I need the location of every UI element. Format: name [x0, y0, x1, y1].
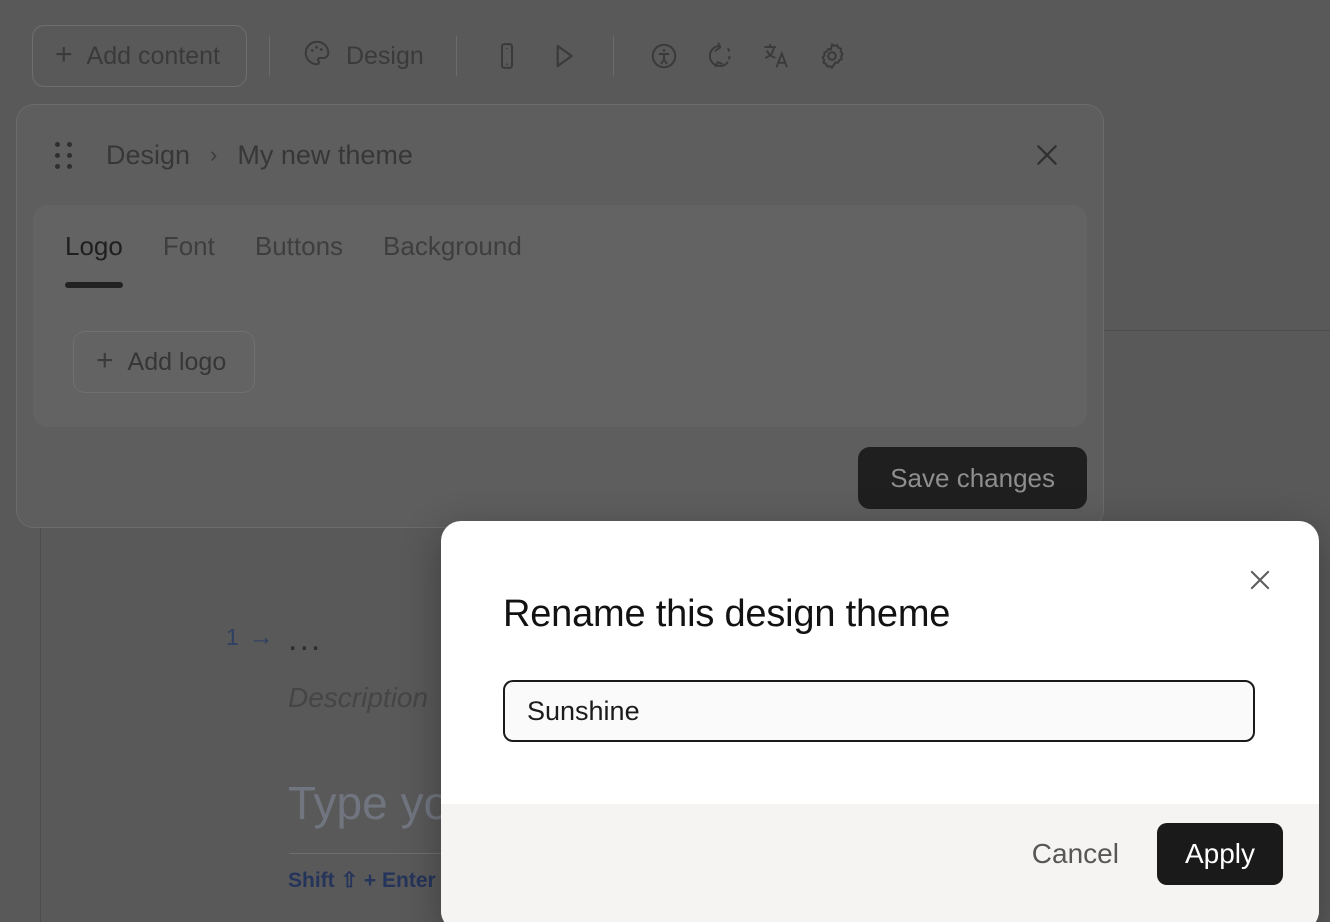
- design-panel: Design › My new theme Logo Font Buttons …: [16, 104, 1104, 528]
- answer-input-placeholder[interactable]: Type yo: [288, 776, 449, 830]
- tab-background[interactable]: Background: [383, 231, 522, 274]
- gear-icon[interactable]: [804, 28, 860, 84]
- tab-buttons[interactable]: Buttons: [255, 231, 343, 274]
- toolbar-divider-1: [268, 36, 270, 76]
- question-title[interactable]: ...: [288, 620, 322, 659]
- rename-theme-dialog: Rename this design theme Cancel Apply: [441, 521, 1319, 922]
- design-panel-card: Logo Font Buttons Background + Add logo: [33, 205, 1087, 427]
- breadcrumb: Design › My new theme: [106, 140, 413, 171]
- play-icon[interactable]: [535, 28, 591, 84]
- save-changes-button[interactable]: Save changes: [858, 447, 1087, 509]
- plus-icon: +: [55, 38, 73, 71]
- arrow-right-icon: →: [248, 623, 274, 651]
- accessibility-icon[interactable]: [636, 28, 692, 84]
- question-description-placeholder[interactable]: Description: [288, 682, 428, 714]
- submit-hint: Shift ⇧ + Enter: [288, 869, 436, 892]
- mobile-preview-icon[interactable]: [479, 28, 535, 84]
- add-content-label: Add content: [86, 41, 220, 70]
- dialog-footer: Cancel Apply: [441, 804, 1319, 922]
- translate-icon[interactable]: [748, 28, 804, 84]
- breadcrumb-root[interactable]: Design: [106, 140, 190, 171]
- add-logo-button[interactable]: + Add logo: [73, 331, 256, 393]
- question-number: 1: [226, 624, 239, 650]
- breadcrumb-current[interactable]: My new theme: [237, 140, 413, 171]
- close-icon[interactable]: [1237, 557, 1283, 603]
- design-panel-header: Design › My new theme: [17, 105, 1103, 205]
- tab-logo[interactable]: Logo: [65, 231, 123, 288]
- cancel-button[interactable]: Cancel: [1008, 824, 1143, 884]
- document-divider-horizontal: [1104, 330, 1330, 331]
- dialog-body: Rename this design theme: [441, 521, 1319, 804]
- top-toolbar: + Add content Design: [0, 0, 1330, 112]
- add-logo-label: Add logo: [127, 347, 227, 376]
- plus-icon: +: [96, 344, 114, 377]
- design-button[interactable]: Design: [292, 30, 434, 83]
- add-content-button[interactable]: + Add content: [32, 25, 247, 87]
- apply-button[interactable]: Apply: [1156, 822, 1283, 885]
- theme-name-input[interactable]: [503, 680, 1255, 742]
- design-label: Design: [345, 41, 424, 70]
- palette-icon: [302, 38, 332, 75]
- question-index: 1 →: [226, 624, 274, 651]
- toolbar-divider-2: [455, 36, 457, 76]
- chevron-right-icon: ›: [210, 142, 218, 167]
- drag-handle-icon[interactable]: [55, 141, 72, 169]
- close-icon[interactable]: [1021, 129, 1073, 181]
- design-tabs: Logo Font Buttons Background: [33, 205, 1087, 288]
- dialog-title: Rename this design theme: [503, 593, 951, 635]
- toolbar-divider-3: [612, 36, 614, 76]
- tab-font[interactable]: Font: [163, 231, 215, 274]
- undo-dashed-icon[interactable]: [692, 28, 748, 84]
